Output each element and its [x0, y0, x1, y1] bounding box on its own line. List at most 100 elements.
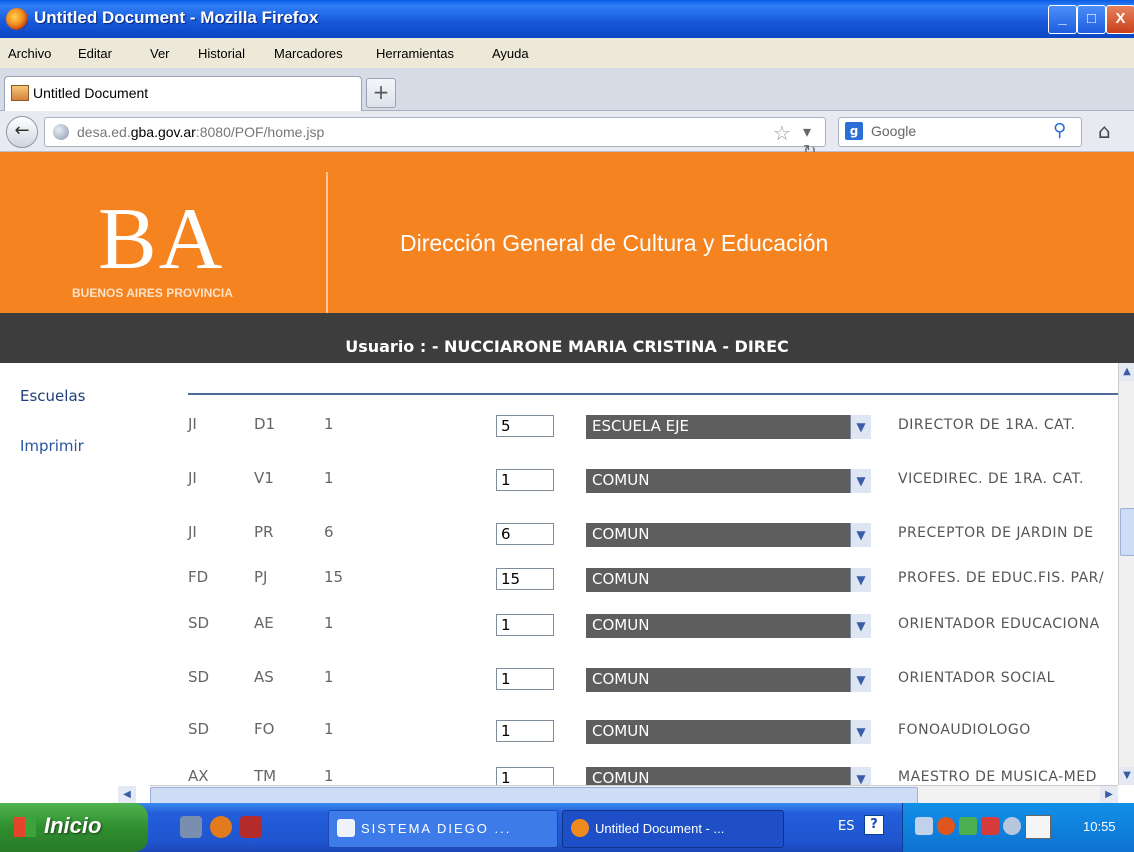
scroll-right-icon[interactable]: ▶ [1100, 786, 1118, 804]
type-select-value: COMUN [592, 570, 650, 588]
help-icon[interactable]: ? [864, 815, 884, 835]
quantity-input[interactable]: 1 [496, 668, 554, 690]
type-select-value: COMUN [592, 525, 650, 543]
clock[interactable]: 10:55 [1083, 819, 1116, 834]
position-description: MAESTRO DE MUSICA-MED [898, 769, 1097, 785]
menu-archivo[interactable]: Archivo [8, 46, 51, 61]
type-select[interactable]: COMUN ▼ [586, 523, 871, 547]
tab-untitled-document[interactable]: Untitled Document [4, 76, 362, 111]
position-code: AE [254, 614, 274, 632]
type-select[interactable]: COMUN ▼ [586, 720, 871, 744]
quantity-input[interactable]: 5 [496, 415, 554, 437]
chevron-down-icon[interactable]: ▼ [850, 523, 871, 547]
back-arrow-icon[interactable]: ← [6, 116, 38, 148]
quicklaunch-acrobat-icon[interactable] [240, 816, 262, 838]
tab-label: Untitled Document [33, 85, 149, 101]
horizontal-scroll-thumb[interactable] [150, 787, 918, 804]
type-select[interactable]: ESCUELA EJE ▼ [586, 415, 871, 439]
home-icon[interactable]: ⌂ [1098, 119, 1111, 143]
header-title: Dirección General de Cultura y Educación [400, 230, 829, 256]
type-select[interactable]: COMUN ▼ [586, 568, 871, 592]
quantity-input[interactable]: 6 [496, 523, 554, 545]
type-select-value: COMUN [592, 471, 650, 489]
tray-calendar-icon[interactable] [1025, 815, 1051, 839]
navigation-bar: ← desa.ed.gba.gov.ar:8080/POF/home.jsp ☆… [0, 111, 1134, 160]
search-icon[interactable]: ⚲ [1053, 120, 1066, 141]
position-description: FONOAUDIOLOGO [898, 722, 1031, 738]
tray-speaker-icon[interactable] [915, 817, 933, 835]
count-value: 1 [324, 614, 334, 632]
position-code: TM [254, 767, 277, 785]
table-row: JI D1 1 5 ESCUELA EJE ▼ DIRECTOR DE 1RA. … [150, 415, 1118, 461]
menu-bar: Archivo Editar Ver Historial Marcadores … [0, 38, 1134, 68]
quantity-input[interactable]: 1 [496, 720, 554, 742]
level-code: JI [188, 415, 197, 433]
start-button[interactable]: Inicio [0, 803, 148, 852]
positions-table: JI D1 1 5 ESCUELA EJE ▼ DIRECTOR DE 1RA. … [150, 363, 1118, 788]
maximize-button[interactable]: □ [1077, 5, 1106, 34]
menu-herramientas[interactable]: Herramientas [376, 46, 454, 61]
sidebar-item-escuelas[interactable]: Escuelas [20, 387, 85, 405]
level-code: JI [188, 523, 197, 541]
type-select[interactable]: COMUN ▼ [586, 668, 871, 692]
site-header: BA BUENOS AIRES PROVINCIA Dirección Gene… [0, 152, 1134, 313]
type-select[interactable]: COMUN ▼ [586, 614, 871, 638]
language-indicator[interactable]: ES [838, 819, 854, 834]
globe-icon [53, 124, 69, 140]
menu-editar[interactable]: Editar [78, 46, 112, 61]
count-value: 15 [324, 568, 344, 586]
type-select[interactable]: COMUN ▼ [586, 469, 871, 493]
tray-network-icon[interactable] [959, 817, 977, 835]
task-untitled-document[interactable]: Untitled Document - ... [562, 810, 784, 848]
google-engine-icon[interactable]: g [845, 122, 863, 140]
user-info: Usuario : - NUCCIARONE MARIA CRISTINA - … [345, 337, 789, 356]
window-title-bar[interactable]: Untitled Document - Mozilla Firefox _ □ … [0, 0, 1134, 38]
scroll-up-icon[interactable]: ▲ [1119, 363, 1134, 381]
url-bar[interactable]: desa.ed.gba.gov.ar:8080/POF/home.jsp ☆ ▾… [44, 117, 826, 160]
level-code: SD [188, 668, 210, 686]
position-code: PJ [254, 568, 268, 586]
task-label: SISTEMA DIEGO ... [361, 821, 512, 836]
scroll-left-icon[interactable]: ◀ [118, 786, 136, 804]
chevron-down-icon[interactable]: ▼ [850, 469, 871, 493]
quantity-input[interactable]: 1 [496, 469, 554, 491]
quicklaunch-ie-icon[interactable] [180, 816, 202, 838]
menu-ver[interactable]: Ver [150, 46, 170, 61]
table-row: SD FO 1 1 COMUN ▼ FONOAUDIOLOGO [150, 720, 1118, 766]
menu-historial[interactable]: Historial [198, 46, 245, 61]
close-button[interactable]: X [1106, 5, 1134, 34]
tray-antivirus-icon[interactable] [937, 817, 955, 835]
chevron-down-icon[interactable]: ▼ [850, 668, 871, 692]
count-value: 1 [324, 720, 334, 738]
logo-subtitle: BUENOS AIRES PROVINCIA [72, 286, 233, 300]
horizontal-scrollbar[interactable]: ◀ ▶ [118, 785, 1118, 804]
chevron-down-icon[interactable]: ▼ [850, 568, 871, 592]
chevron-down-icon[interactable]: ▼ [850, 720, 871, 744]
menu-marcadores[interactable]: Marcadores [274, 46, 343, 61]
url-text[interactable]: desa.ed.gba.gov.ar:8080/POF/home.jsp [77, 124, 324, 140]
position-description: PRECEPTOR DE JARDIN DE [898, 525, 1094, 541]
menu-ayuda[interactable]: Ayuda [492, 46, 529, 61]
page-favicon-icon [11, 85, 29, 101]
chevron-down-icon[interactable]: ▼ [850, 415, 871, 439]
task-sistema-diego[interactable]: SISTEMA DIEGO ... [328, 810, 558, 848]
quicklaunch-firefox-icon[interactable] [210, 816, 232, 838]
vertical-scrollbar[interactable]: ▲ ▼ [1118, 363, 1134, 785]
minimize-button[interactable]: _ [1048, 5, 1077, 34]
bookmark-star-icon[interactable]: ☆ [773, 121, 791, 145]
table-row: JI V1 1 1 COMUN ▼ VICEDIREC. DE 1RA. CAT. [150, 469, 1118, 515]
type-select-value: ESCUELA EJE [592, 417, 690, 435]
type-select-value: COMUN [592, 722, 650, 740]
table-row: SD AE 1 1 COMUN ▼ ORIENTADOR EDUCACIONA [150, 614, 1118, 660]
scroll-down-icon[interactable]: ▼ [1119, 767, 1134, 785]
tray-update-icon[interactable] [1003, 817, 1021, 835]
tray-shield-icon[interactable] [981, 817, 999, 835]
sidebar-item-imprimir[interactable]: Imprimir [20, 437, 84, 455]
quantity-input[interactable]: 15 [496, 568, 554, 590]
search-bar[interactable]: g Google ⚲ [838, 117, 1082, 147]
new-tab-button[interactable]: + [366, 78, 396, 108]
chevron-down-icon[interactable]: ▼ [850, 614, 871, 638]
quantity-input[interactable]: 1 [496, 614, 554, 636]
table-row: FD PJ 15 15 COMUN ▼ PROFES. DE EDUC.FIS. … [150, 568, 1118, 614]
vertical-scroll-thumb[interactable] [1120, 508, 1134, 556]
